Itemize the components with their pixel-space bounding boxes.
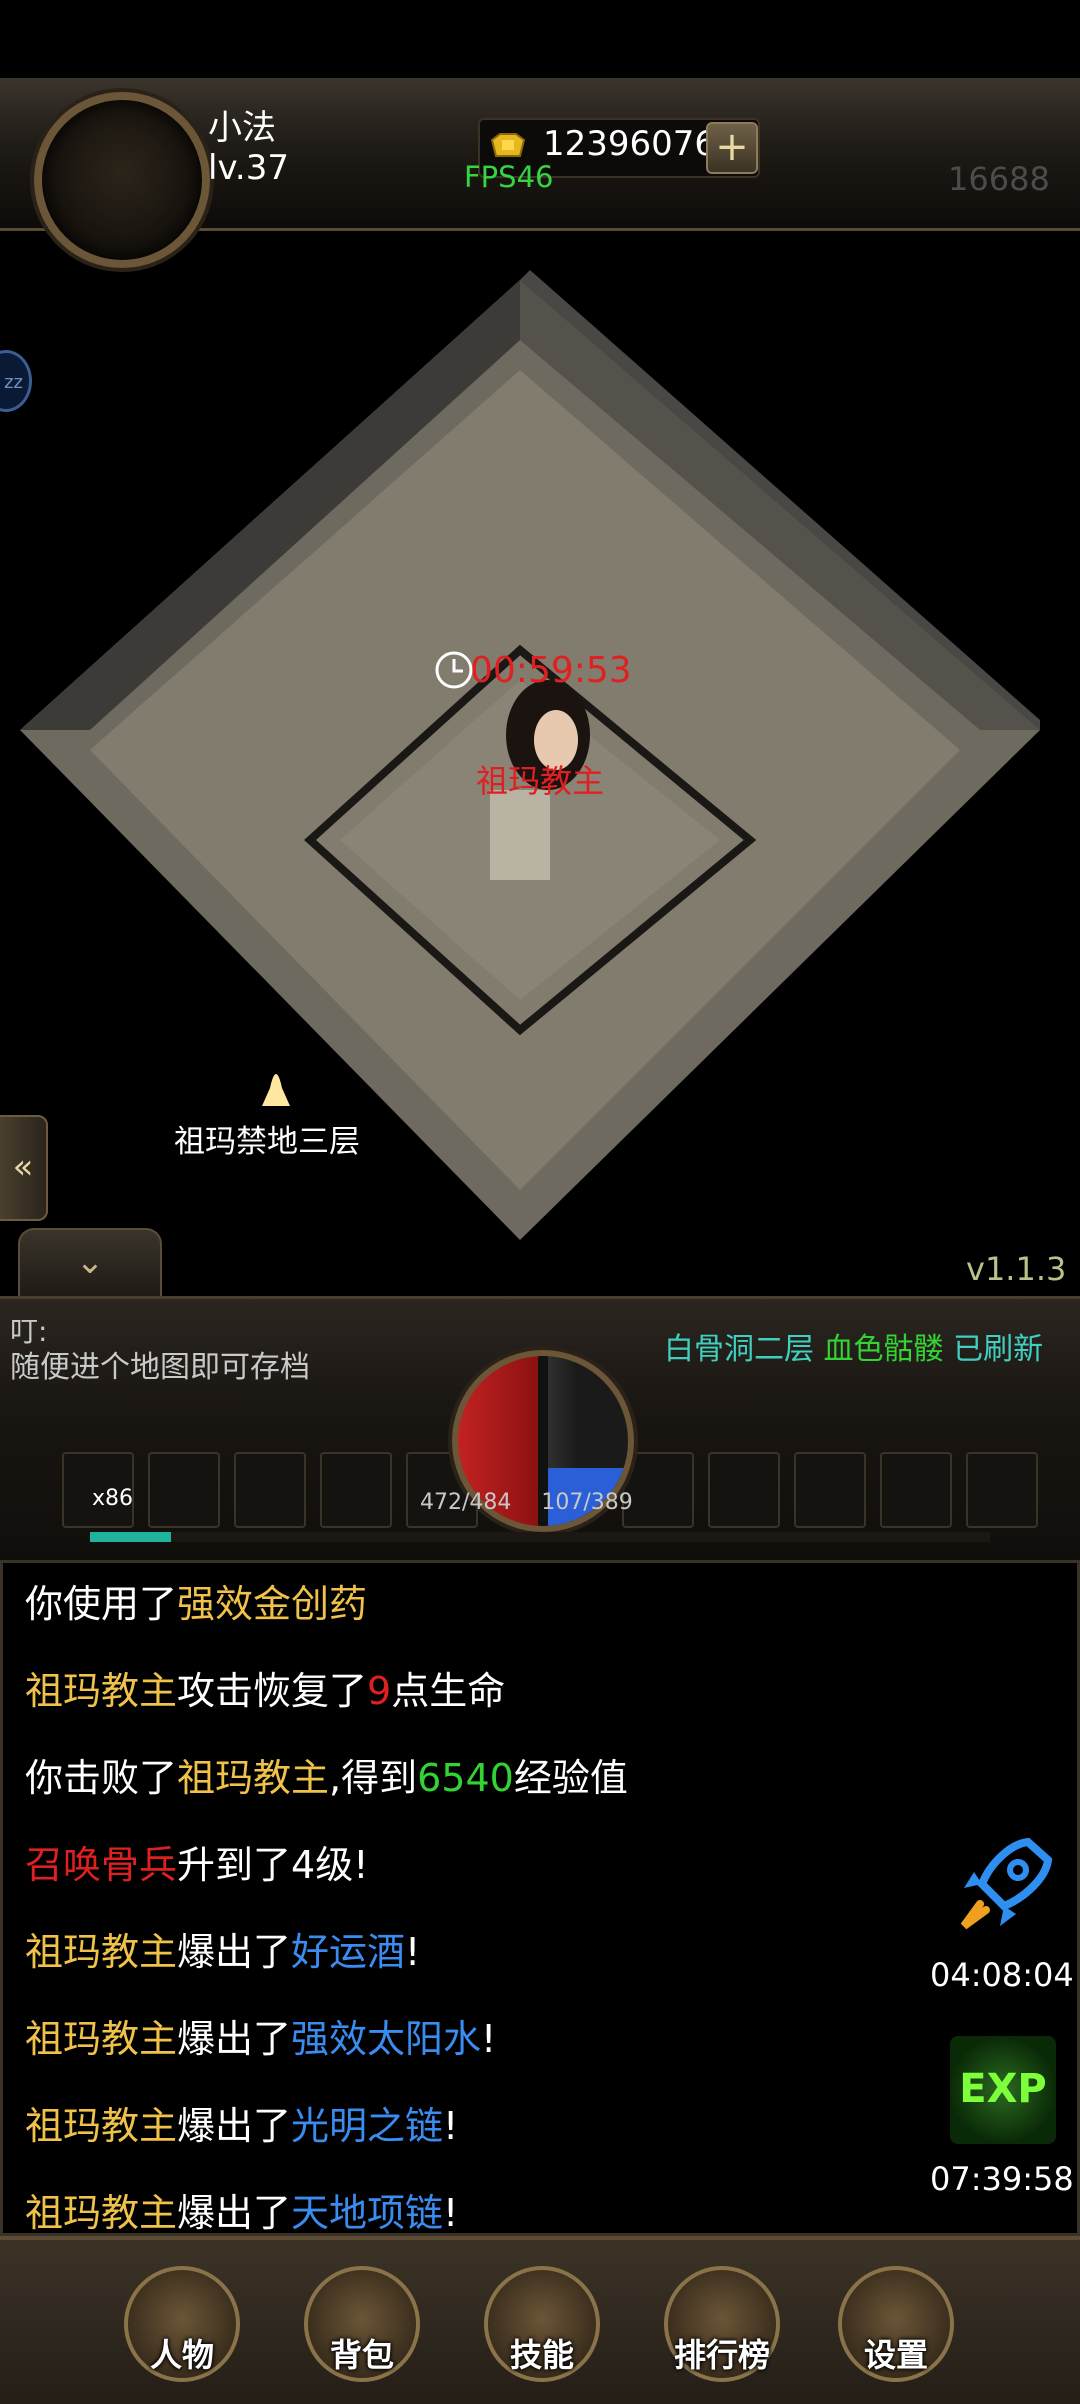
chat-segment: !: [443, 2104, 459, 2148]
nav-label[interactable]: 人物: [124, 2330, 240, 2376]
rocket-boost-icon[interactable]: [950, 1830, 1060, 1940]
chat-segment: 爆出了: [177, 1930, 292, 1974]
notice-monster: 血色骷髅: [823, 1332, 944, 1367]
version-label: v1.1.3: [966, 1250, 1067, 1288]
boss-timer: 00:59:53: [470, 650, 632, 691]
chat-segment: 爆出了: [177, 2104, 292, 2148]
clock-icon: [435, 651, 473, 689]
rocket-timer: 04:08:04: [930, 1956, 1074, 1994]
chat-line: 你击败了祖玛教主,得到6540经验值: [25, 1747, 628, 1802]
exp-boost-timer: 07:39:58: [930, 2160, 1074, 2198]
chat-segment: 6540: [417, 1756, 514, 1800]
add-gold-button[interactable]: +: [706, 122, 758, 174]
skill-slot[interactable]: [708, 1452, 780, 1528]
chat-segment: 点生命: [391, 1669, 506, 1713]
chat-segment: 爆出了: [177, 2191, 292, 2235]
skill-slot[interactable]: [148, 1452, 220, 1528]
chat-segment: 祖玛教主: [25, 2104, 178, 2148]
hp-mp-readout: 472/484 107/389: [420, 1490, 633, 1515]
skill-slot[interactable]: [794, 1452, 866, 1528]
chat-segment: 祖玛教主: [177, 1756, 330, 1800]
skill-slot[interactable]: [234, 1452, 306, 1528]
chat-segment: 攻击恢复了: [177, 1669, 368, 1713]
chat-segment: 召唤骨兵: [25, 1843, 178, 1887]
chat-segment: 经验值: [513, 1756, 628, 1800]
chat-segment: 天地项链: [291, 2191, 444, 2235]
chat-segment: 祖玛教主: [25, 2017, 178, 2061]
chat-segment: 强效太阳水: [291, 2017, 482, 2061]
chat-segment: 你使用了: [25, 1582, 178, 1626]
chat-segment: !: [481, 2017, 497, 2061]
exp-boost-label: EXP: [959, 2066, 1047, 2112]
nav-label[interactable]: 技能: [484, 2330, 600, 2376]
collapse-side-button[interactable]: «: [0, 1115, 48, 1221]
chat-line: 祖玛教主攻击恢复了9点生命: [25, 1660, 505, 1715]
nav-label[interactable]: 排行榜: [664, 2330, 780, 2376]
chat-segment: 强效金创药: [177, 1582, 368, 1626]
throne: [490, 790, 550, 880]
chat-line: 召唤骨兵升到了4级!: [25, 1834, 368, 1889]
chat-segment: !: [405, 1930, 421, 1974]
tip-text: 随便进个地图即可存档: [10, 1350, 310, 1385]
refresh-notice: 白骨洞二层 血色骷髅 已刷新: [664, 1324, 1043, 1368]
chat-segment: 你击败了: [25, 1756, 178, 1800]
chat-segment: !: [443, 2191, 459, 2235]
fps-counter: FPS46: [464, 160, 554, 194]
skill-slot[interactable]: [320, 1452, 392, 1528]
gold-amount: 12396076: [543, 124, 717, 164]
skill-slot[interactable]: [966, 1452, 1038, 1528]
chat-segment: 祖玛教主: [25, 1669, 178, 1713]
mp-value: 107/389: [541, 1490, 633, 1515]
hp-value: 472/484: [420, 1490, 512, 1515]
chat-segment: 9: [367, 1669, 392, 1713]
notice-status: 已刷新: [953, 1332, 1044, 1367]
slot-item-count: x86: [92, 1486, 134, 1511]
chat-log[interactable]: 你使用了强效金创药 祖玛教主攻击恢复了9点生命 你击败了祖玛教主,得到6540经验值…: [0, 1560, 1080, 2236]
exp-bar-fill: [90, 1532, 171, 1542]
chat-segment: 好运酒: [291, 1930, 406, 1974]
server-number: 16688: [948, 160, 1050, 198]
nav-label[interactable]: 设置: [838, 2330, 954, 2376]
chat-line: 祖玛教主爆出了天地项链!: [25, 2182, 458, 2237]
nav-label[interactable]: 背包: [304, 2330, 420, 2376]
player-level: lv.37: [208, 148, 289, 188]
chat-segment: 祖玛教主: [25, 1930, 178, 1974]
exp-bar: [90, 1532, 990, 1542]
chat-line: 祖玛教主爆出了好运酒!: [25, 1921, 420, 1976]
notice-place: 白骨洞二层: [664, 1332, 814, 1367]
chat-line: 祖玛教主爆出了强效太阳水!: [25, 2008, 496, 2063]
expand-down-button[interactable]: ⌄: [18, 1228, 162, 1300]
skill-slot[interactable]: [880, 1452, 952, 1528]
chat-line: 你使用了强效金创药: [25, 1573, 367, 1628]
boss-name-label: 祖玛教主: [476, 762, 605, 800]
portal-flame-icon[interactable]: [262, 1074, 290, 1106]
chat-segment: 爆出了: [177, 2017, 292, 2061]
chat-segment: 升到了4级!: [177, 1843, 369, 1887]
portal-label[interactable]: 祖玛禁地三层: [174, 1116, 360, 1161]
chat-segment: ,得到: [329, 1756, 418, 1800]
chat-segment: 光明之链: [291, 2104, 444, 2148]
chat-line: 祖玛教主爆出了光明之链!: [25, 2095, 458, 2150]
player-name: 小法: [208, 108, 276, 148]
chat-segment: 祖玛教主: [25, 2191, 178, 2235]
